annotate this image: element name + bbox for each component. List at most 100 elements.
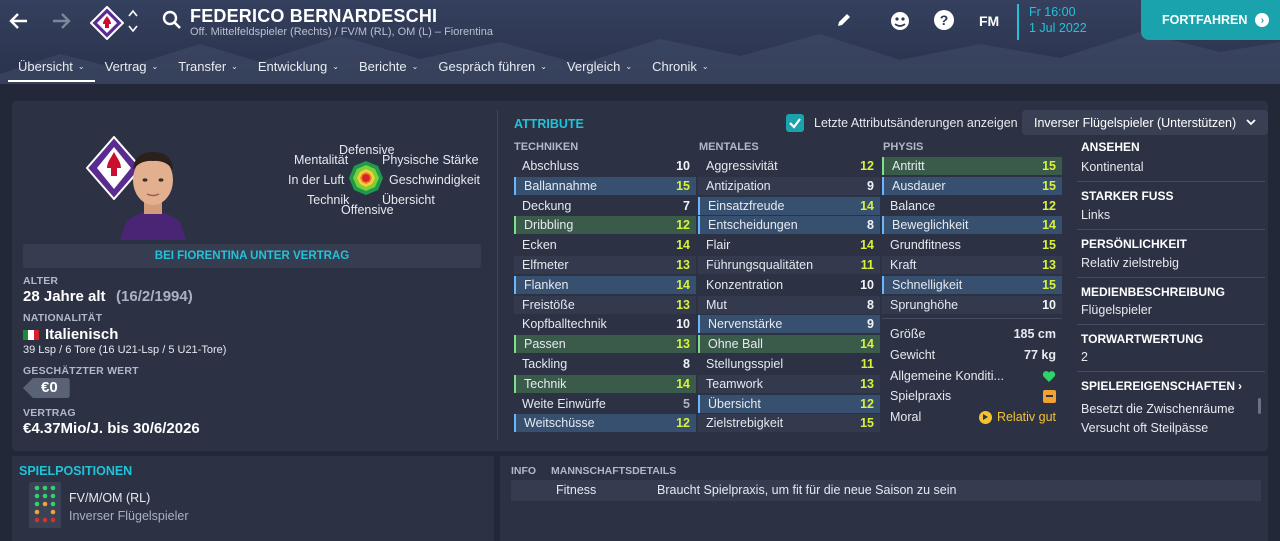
attribute-row[interactable]: Passen 13 [514, 335, 696, 354]
age-label: ALTER [23, 275, 59, 287]
attribute-row[interactable]: Teamwork 13 [698, 374, 880, 393]
attribute-row[interactable]: Führungsqualitäten 11 [698, 256, 880, 274]
attribute-name: Weite Einwürfe [522, 396, 606, 411]
attribute-row[interactable]: Tackling 8 [514, 355, 696, 373]
edit-pencil-icon[interactable] [836, 12, 852, 28]
tab-interaction[interactable]: Gespräch führen ⌄ [428, 56, 557, 82]
attribute-row[interactable]: Nervenstärke 9 [698, 315, 880, 334]
attribute-row[interactable]: Grundfitness 15 [882, 236, 1062, 254]
attribute-row[interactable]: Antizipation 9 [698, 176, 880, 195]
club-switch-chevrons-icon[interactable] [128, 8, 138, 34]
tab-development[interactable]: Entwicklung ⌄ [248, 56, 349, 82]
attribute-row[interactable]: Sprunghöhe 10 [882, 295, 1062, 314]
attribute-row[interactable]: Freistöße 13 [514, 295, 696, 314]
player-traits-link[interactable]: SPIELEREIGENSCHAFTEN › [1081, 379, 1242, 393]
attribute-row[interactable]: Schnelligkeit 15 [882, 275, 1062, 294]
attribute-row[interactable]: Weitschüsse 12 [514, 414, 696, 433]
physical-divider [882, 318, 1062, 319]
positions-title: SPIELPOSITIONEN [19, 464, 133, 478]
separator [1077, 371, 1265, 372]
attribute-row[interactable]: Aggressivität 12 [698, 157, 880, 175]
weight-row: Gewicht 77 kg [882, 346, 1062, 364]
attribute-value: 15 [1042, 159, 1056, 173]
attribute-row[interactable]: Flair 14 [698, 236, 880, 254]
attribute-row[interactable]: Stellungsspiel 11 [698, 355, 880, 373]
heart-icon [1042, 370, 1056, 382]
fm-menu-icon[interactable]: FM [979, 13, 999, 35]
morale-value: Relativ gut [996, 410, 1056, 424]
attribute-name: Einsatzfreude [708, 198, 785, 213]
attribute-row[interactable]: Zielstrebigkeit 15 [698, 414, 880, 433]
attribute-row[interactable]: Mut 8 [698, 295, 880, 314]
attribute-row[interactable]: Kopfballtechnik 10 [514, 315, 696, 333]
tab-bar: Übersicht ⌄ Vertrag ⌄ Transfer ⌄ Entwicklun… [8, 56, 719, 82]
attribute-row[interactable]: Ausdauer 15 [882, 176, 1062, 195]
staff-avatar-icon[interactable] [889, 10, 911, 32]
attribute-name: Flair [706, 238, 731, 253]
value-tag[interactable]: €0 [23, 378, 70, 398]
separator [1077, 324, 1265, 325]
attribute-value: 10 [1042, 297, 1056, 312]
physical-header: PHYSIS [883, 141, 924, 153]
role-dropdown[interactable]: Inverser Flügelspieler (Unterstützen) [1022, 110, 1268, 135]
attribute-value: 8 [867, 218, 874, 233]
attribute-row[interactable]: Balance 12 [882, 197, 1062, 215]
attribute-row[interactable]: Weite Einwürfe 5 [514, 395, 696, 413]
column-divider [497, 110, 498, 440]
tab-history[interactable]: Chronik ⌄ [642, 56, 719, 82]
attribute-name: Antritt [892, 159, 925, 173]
attribute-name: Kopfballtechnik [522, 317, 607, 332]
media-label: MEDIENBESCHREIBUNG [1081, 285, 1226, 299]
attribute-value: 15 [676, 178, 690, 193]
back-arrow-icon[interactable] [8, 10, 30, 32]
attribute-value: 9 [867, 317, 874, 332]
morale-row: Moral Relativ gut [882, 408, 1062, 426]
attribute-row[interactable]: Dribbling 12 [514, 216, 696, 235]
attribute-row[interactable]: Entscheidungen 8 [698, 216, 880, 235]
attribute-row[interactable]: Konzentration 10 [698, 276, 880, 294]
tab-contract[interactable]: Vertrag ⌄ [95, 56, 169, 82]
tab-transfer[interactable]: Transfer ⌄ [168, 56, 248, 82]
help-icon[interactable]: ? [934, 10, 954, 30]
attribute-row[interactable]: Ecken 14 [514, 236, 696, 254]
attribute-value: 9 [867, 178, 874, 193]
attribute-name: Dribbling [524, 218, 574, 233]
tab-overview[interactable]: Übersicht ⌄ [8, 56, 95, 82]
attribute-row[interactable]: Elfmeter 13 [514, 256, 696, 274]
attribute-row[interactable]: Beweglichkeit 14 [882, 216, 1062, 235]
attribute-name: Ausdauer [892, 178, 946, 193]
attribute-row[interactable]: Übersicht 12 [698, 394, 880, 413]
role-dropdown-value: Inverser Flügelspieler (Unterstützen) [1034, 115, 1237, 130]
continue-arrow-icon: › [1255, 13, 1270, 27]
forward-arrow-icon[interactable] [50, 10, 72, 32]
attribute-row[interactable]: Flanken 14 [514, 275, 696, 294]
info-header: INFO [511, 465, 537, 477]
traits-scrollbar[interactable] [1258, 398, 1261, 414]
attribute-value: 13 [676, 258, 690, 272]
fiorentina-logo[interactable] [90, 6, 124, 40]
fitness-text: Braucht Spielpraxis, um fit für die neue… [657, 483, 957, 497]
attribute-row[interactable]: Einsatzfreude 14 [698, 196, 880, 215]
attribute-row[interactable]: Ballannahme 15 [514, 176, 696, 195]
attribute-row[interactable]: Deckung 7 [514, 197, 696, 215]
attribute-value: 10 [676, 317, 690, 332]
nationality-row: Italienisch [23, 326, 118, 343]
continue-button[interactable]: FORTFAHREN › [1141, 0, 1280, 40]
show-changes-checkbox[interactable] [786, 114, 804, 132]
attribute-row[interactable]: Abschluss 10 [514, 157, 696, 175]
tab-reports[interactable]: Berichte ⌄ [349, 56, 428, 82]
italy-flag-icon [23, 329, 39, 340]
attribute-value: 13 [676, 297, 690, 312]
search-icon[interactable] [162, 10, 182, 30]
player-photo [120, 152, 186, 240]
attribute-name: Flanken [524, 277, 569, 292]
attribute-row[interactable]: Antritt 15 [882, 157, 1062, 175]
gk-rating-value: 2 [1081, 350, 1088, 364]
attribute-value: 14 [676, 238, 690, 253]
attribute-row[interactable]: Ohne Ball 14 [698, 335, 880, 354]
attribute-row[interactable]: Technik 14 [514, 374, 696, 393]
attribute-row[interactable]: Kraft 13 [882, 256, 1062, 274]
position-pitch-icon[interactable] [29, 482, 61, 528]
tab-compare[interactable]: Vergleich ⌄ [557, 56, 642, 82]
player-name: FEDERICO BERNARDESCHI [190, 6, 438, 26]
